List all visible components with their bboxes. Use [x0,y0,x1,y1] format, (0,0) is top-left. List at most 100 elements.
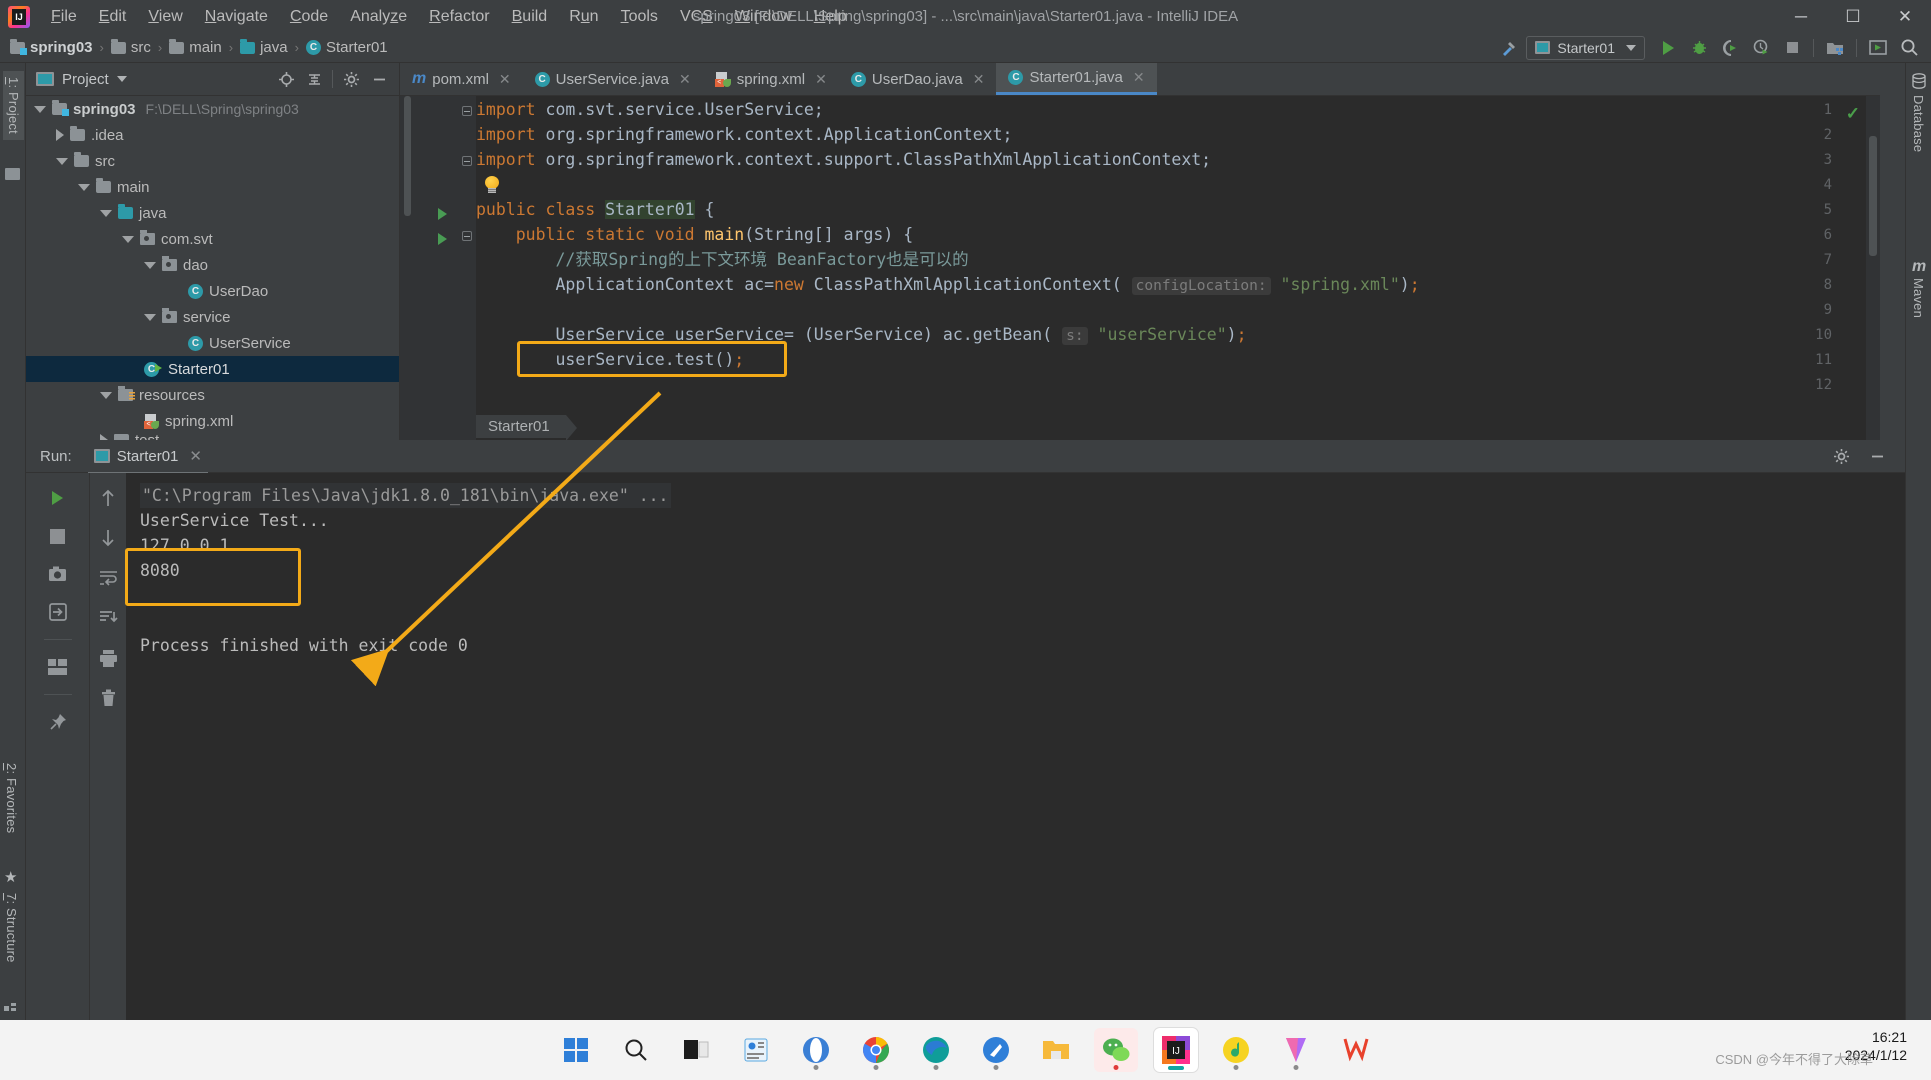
editor-marker-bar[interactable] [1866,96,1880,440]
menu-run[interactable]: Run [558,4,609,30]
breadcrumb-starter01[interactable]: C Starter01 [305,39,388,56]
code-text[interactable]: import com.svt.service.UserService; impo… [476,96,1880,440]
close-icon[interactable]: ✕ [189,447,202,465]
menu-file[interactable]: File [40,4,88,30]
close-icon[interactable]: ✕ [1133,69,1145,86]
run-configuration-selector[interactable]: Starter01 [1526,35,1645,60]
widgets-icon[interactable] [734,1028,778,1072]
tree-item-userdao[interactable]: C UserDao [26,278,399,304]
close-icon[interactable]: ✕ [973,71,985,88]
chevron-down-icon[interactable] [116,76,127,82]
breadcrumb-src[interactable]: src › [110,38,169,56]
breadcrumb-chip-starter01[interactable]: Starter01 [476,415,577,440]
run-gutter-icon[interactable] [438,233,447,245]
tree-item-resources[interactable]: resources [26,382,399,408]
breadcrumb-main[interactable]: main › [169,38,240,56]
profiler-icon[interactable] [1747,35,1775,61]
run-with-coverage-icon[interactable] [1716,35,1744,61]
sidebar-item-maven[interactable]: Maven [1911,278,1926,318]
hide-panel-icon[interactable] [1863,443,1891,469]
sidebar-item-favorites[interactable]: 2: Favorites [4,763,19,833]
tab-userdao-java[interactable]: C UserDao.java ✕ [839,63,997,95]
scroll-to-end-icon[interactable] [97,607,119,629]
close-icon[interactable]: ✕ [815,71,827,88]
chevron-down-icon[interactable] [78,183,90,191]
inspection-status-icon[interactable]: ✓ [1846,104,1860,124]
sidebar-item-project[interactable]: 1: Project [3,71,24,140]
chevron-down-icon[interactable] [100,209,112,217]
chrome-icon[interactable] [854,1028,898,1072]
tree-item-java[interactable]: java [26,200,399,226]
wechat-icon[interactable] [1093,1028,1138,1072]
trash-icon[interactable] [97,687,119,709]
editor-scrollbar-thumb[interactable] [1869,136,1877,256]
locate-icon[interactable] [272,66,300,92]
qq-music-icon[interactable] [1214,1028,1258,1072]
chevron-down-icon[interactable] [34,105,46,113]
tree-item-userservice[interactable]: C UserService [26,330,399,356]
menu-vcs[interactable]: VCS [669,4,724,30]
fold-icon[interactable] [462,156,472,166]
tree-item-idea[interactable]: .idea [26,122,399,148]
video-editor-icon[interactable] [1274,1028,1318,1072]
settings-gear-icon[interactable] [1827,443,1855,469]
tab-starter01-java[interactable]: C Starter01.java ✕ [996,63,1157,95]
run-console-output[interactable]: "C:\Program Files\Java\jdk1.8.0_181\bin\… [125,473,1905,1020]
screenshot-icon[interactable] [47,563,69,585]
stop-icon[interactable] [1778,35,1806,61]
breadcrumb-java[interactable]: java › [240,38,306,56]
run-gutter-icon[interactable] [438,208,447,220]
tree-item-com-svt[interactable]: com.svt [26,226,399,252]
code-editor[interactable]: 1 2 3 4 5 6 7 8 9 10 11 12 import com.sv… [400,96,1880,440]
intention-bulb-icon[interactable] [485,176,499,193]
menu-view[interactable]: View [137,4,193,30]
tree-item-dao[interactable]: dao [26,252,399,278]
settings-gear-icon[interactable] [337,66,365,92]
project-structure-icon[interactable] [1821,35,1849,61]
menu-navigate[interactable]: Navigate [194,4,279,30]
rerun-icon[interactable] [47,487,69,509]
run-icon[interactable] [1654,35,1682,61]
close-button[interactable]: ✕ [1879,0,1931,33]
chevron-down-icon[interactable] [122,235,134,243]
collapse-all-icon[interactable] [300,66,328,92]
wps-icon[interactable] [1334,1028,1378,1072]
search-everywhere-icon[interactable] [1895,35,1923,61]
menu-analyze[interactable]: Analyze [339,4,418,30]
debug-icon[interactable] [1685,35,1713,61]
intellij-icon[interactable]: IJ [1153,1028,1198,1072]
menu-code[interactable]: Code [279,4,339,30]
search-icon[interactable] [614,1028,658,1072]
menu-tools[interactable]: Tools [610,4,669,30]
editor-fold-gutter[interactable] [460,96,476,440]
editor-scrollbar[interactable] [404,96,411,216]
chevron-down-icon[interactable] [56,157,68,165]
opera-icon[interactable] [794,1028,838,1072]
foxmail-icon[interactable] [974,1028,1018,1072]
chevron-right-icon[interactable] [56,129,64,141]
breadcrumb-spring03[interactable]: spring03 › [10,38,111,56]
tab-spring-xml[interactable]: < spring.xml ✕ [703,63,839,95]
tree-item-service[interactable]: service [26,304,399,330]
chevron-down-icon[interactable] [100,391,112,399]
menu-build[interactable]: Build [501,4,559,30]
soft-wrap-icon[interactable] [97,567,119,589]
tab-pom-xml[interactable]: m pom.xml ✕ [400,63,523,95]
scroll-up-icon[interactable] [97,487,119,509]
build-hammer-icon[interactable] [1495,35,1523,61]
tree-item-spring03[interactable]: spring03 F:\DELL\Spring\spring03 [26,96,399,122]
pin-icon[interactable] [47,711,69,733]
run-tab-starter01[interactable]: Starter01 ✕ [87,443,209,475]
tree-item-src[interactable]: src [26,148,399,174]
tab-userservice-java[interactable]: C UserService.java ✕ [523,63,703,95]
print-icon[interactable] [97,647,119,669]
update-running-app-icon[interactable] [1864,35,1892,61]
fold-icon[interactable] [462,231,472,241]
close-icon[interactable]: ✕ [499,71,511,88]
task-view-icon[interactable] [674,1028,718,1072]
scroll-down-icon[interactable] [97,527,119,549]
export-icon[interactable] [47,601,69,623]
minimize-button[interactable]: ─ [1775,0,1827,33]
fold-icon[interactable] [462,106,472,116]
hide-panel-icon[interactable] [365,66,393,92]
